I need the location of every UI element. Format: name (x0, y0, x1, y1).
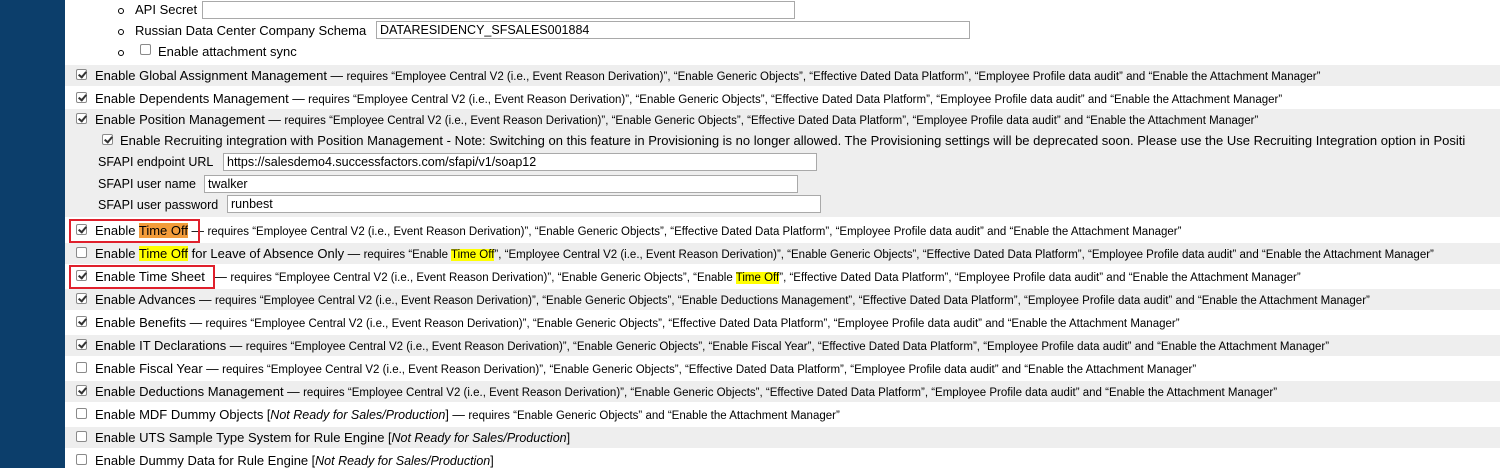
feature-row-time-sheet: Enable Time Sheet — requires “Employee C… (65, 266, 1500, 287)
api-secret-input[interactable] (202, 1, 795, 19)
sfapi-password-input[interactable] (227, 195, 821, 213)
it-declarations-label: Enable IT Declarations (95, 338, 227, 353)
feature-row-mdf-dummy: Enable MDF Dummy Objects [Not Ready for … (65, 404, 1500, 425)
feature-row-position: Enable Position Management — requires “E… (65, 109, 1500, 217)
it-declarations-checkbox[interactable] (76, 339, 87, 350)
sfapi-user-input[interactable] (204, 175, 798, 193)
bullet-icon (118, 29, 124, 35)
benefits-label: Enable Benefits (95, 315, 187, 330)
feature-row-advances: Enable Advances — requires “Employee Cen… (65, 289, 1500, 310)
provisioning-settings: API Secret Russian Data Center Company S… (65, 0, 1500, 468)
feature-row-uts-sample: Enable UTS Sample Type System for Rule E… (65, 427, 1500, 448)
advances-checkbox[interactable] (76, 293, 87, 304)
sfapi-url-label: SFAPI endpoint URL (98, 155, 214, 169)
feature-row-global-assignment: Enable Global Assignment Management — re… (65, 65, 1500, 86)
recruiting-label: Enable Recruiting integration with Posit… (120, 133, 1466, 148)
api-secret-label: API Secret (135, 2, 198, 17)
uts-sample-checkbox[interactable] (76, 431, 87, 442)
benefits-checkbox[interactable] (76, 316, 87, 327)
sfapi-user-label: SFAPI user name (98, 177, 196, 191)
uts-sample-label: Enable UTS Sample Type System for Rule E… (95, 430, 385, 445)
dummy-data-label: Enable Dummy Data for Rule Engine (95, 453, 309, 468)
attachment-sync-row: Enable attachment sync (65, 42, 1500, 63)
feature-row-benefits: Enable Benefits — requires “Employee Cen… (65, 312, 1500, 333)
feature-row-deductions: Enable Deductions Management — requires … (65, 381, 1500, 402)
sfapi-url-input[interactable] (223, 153, 817, 171)
api-secret-row: API Secret (65, 0, 1500, 21)
russian-schema-input[interactable] (376, 21, 970, 39)
recruiting-checkbox[interactable] (102, 134, 113, 145)
dependents-checkbox[interactable] (76, 92, 87, 103)
feature-row-dummy-data: Enable Dummy Data for Rule Engine [Not R… (65, 450, 1500, 468)
fiscal-year-checkbox[interactable] (76, 362, 87, 373)
dependents-label: Enable Dependents Management (95, 91, 289, 106)
position-label: Enable Position Management (95, 112, 265, 127)
feature-row-time-off: Enable Time Off — requires “Employee Cen… (65, 220, 1500, 241)
fiscal-year-label: Enable Fiscal Year (95, 361, 203, 376)
position-checkbox[interactable] (76, 113, 87, 124)
attachment-sync-label: Enable attachment sync (158, 44, 297, 59)
deductions-checkbox[interactable] (76, 385, 87, 396)
time-sheet-highlight-box (69, 265, 215, 289)
attachment-sync-checkbox[interactable] (140, 44, 151, 55)
feature-row-fiscal-year: Enable Fiscal Year — requires “Employee … (65, 358, 1500, 379)
mdf-dummy-checkbox[interactable] (76, 408, 87, 419)
feature-row-time-off-loa: Enable Time Off for Leave of Absence Onl… (65, 243, 1500, 264)
time-off-highlight-box (69, 219, 200, 243)
russian-schema-row: Russian Data Center Company Schema (65, 21, 1500, 42)
russian-schema-label: Russian Data Center Company Schema (135, 23, 367, 38)
advances-label: Enable Advances (95, 292, 196, 307)
global-assignment-checkbox[interactable] (76, 69, 87, 80)
time-off-loa-checkbox[interactable] (76, 247, 87, 258)
feature-row-it-declarations: Enable IT Declarations — requires “Emplo… (65, 335, 1500, 356)
feature-row-dependents: Enable Dependents Management — requires … (65, 88, 1500, 109)
mdf-dummy-label: Enable MDF Dummy Objects (95, 407, 264, 422)
time-off-loa-label: Enable Time Off for Leave of Absence Onl… (95, 246, 345, 261)
dummy-data-checkbox[interactable] (76, 454, 87, 465)
deductions-label: Enable Deductions Management (95, 384, 284, 399)
bullet-icon (118, 8, 124, 14)
global-assignment-label: Enable Global Assignment Management (95, 68, 327, 83)
left-sidebar (0, 0, 65, 468)
bullet-icon (118, 50, 124, 56)
sfapi-password-label: SFAPI user password (98, 198, 219, 212)
